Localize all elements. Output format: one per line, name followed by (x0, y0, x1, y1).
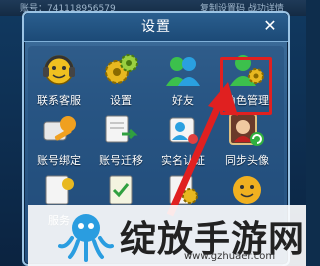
game-background-left (0, 16, 22, 266)
dialog-title: 设置 (141, 19, 171, 35)
account-bind-icon (43, 116, 76, 141)
watermark-url: www.gzhuaer.com (184, 251, 276, 262)
watermark-octopus-logo (58, 214, 114, 262)
pointer-arrow-icon (166, 82, 238, 217)
account-migrate-label: 账号迁移 (99, 154, 143, 167)
service-icon (45, 175, 74, 205)
customer-service-button[interactable]: 联系客服 (28, 50, 90, 112)
close-button[interactable]: ✕ (260, 16, 280, 36)
gears-icon (105, 54, 138, 84)
settings-label: 设置 (110, 94, 132, 107)
account-migrate-button[interactable]: 账号迁移 (90, 110, 152, 172)
settings-button[interactable]: 设置 (90, 50, 152, 112)
account-bind-label: 账号绑定 (37, 154, 81, 167)
account-migrate-icon (105, 115, 138, 143)
customer-service-icon (43, 55, 75, 85)
checklist-icon (109, 175, 133, 205)
account-bind-button[interactable]: 账号绑定 (28, 110, 90, 172)
customer-service-label: 联系客服 (37, 94, 81, 107)
